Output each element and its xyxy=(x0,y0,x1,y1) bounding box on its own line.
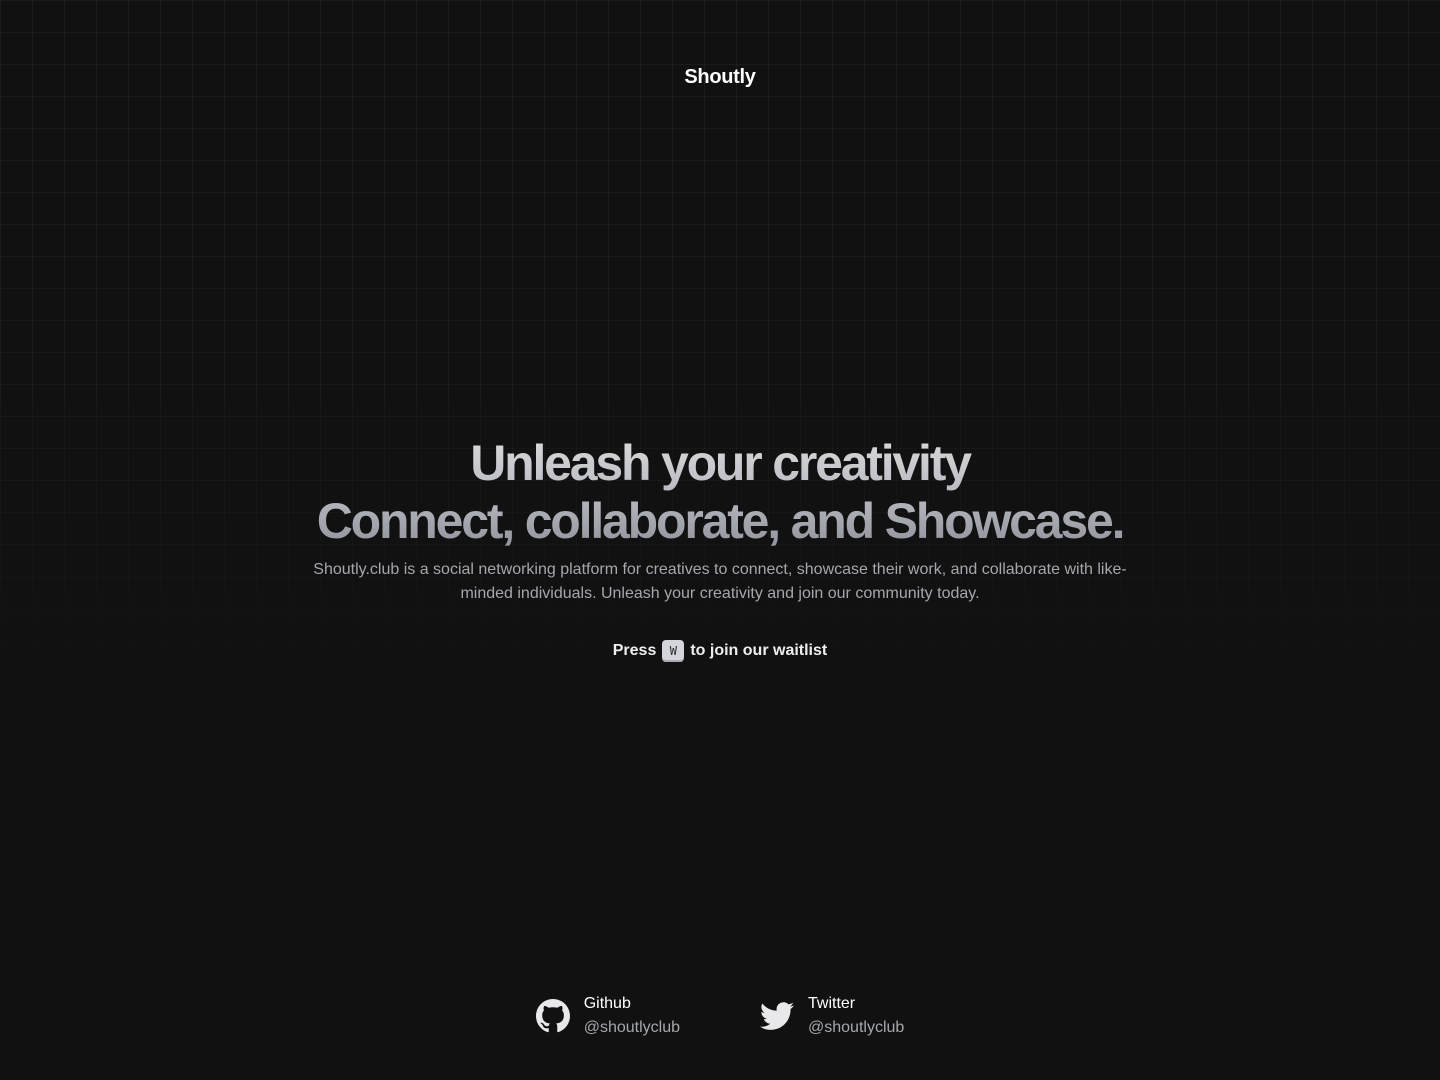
twitter-handle: @shoutlyclub xyxy=(808,1019,905,1036)
landing-page: Shoutly Unleash your creativity Connect,… xyxy=(0,0,1440,1080)
github-link[interactable]: Github @shoutlyclub xyxy=(535,992,680,1040)
twitter-link[interactable]: Twitter @shoutlyclub xyxy=(760,992,904,1040)
twitter-name: Twitter xyxy=(808,995,856,1012)
github-name: Github xyxy=(583,995,631,1012)
hero-headline: Unleash your creativity Connect, collabo… xyxy=(0,434,1440,550)
headline-line-1: Unleash your creativity xyxy=(470,435,970,491)
hero-description: Shoutly.club is a social networking plat… xyxy=(313,561,1127,602)
hero-section: Unleash your creativity Connect, collabo… xyxy=(0,434,1440,662)
cta-prefix: Press xyxy=(612,642,657,659)
brand-logo-text[interactable]: Shoutly xyxy=(0,66,1440,89)
headline-line-2: Connect, collaborate, and Showcase. xyxy=(316,493,1124,549)
cta-suffix: to join our waitlist xyxy=(690,642,828,659)
twitter-icon xyxy=(760,999,794,1033)
github-text: Github @shoutlyclub xyxy=(584,992,680,1040)
github-icon xyxy=(535,999,570,1033)
waitlist-key-button[interactable]: W xyxy=(662,640,685,662)
github-handle: @shoutlyclub xyxy=(583,1019,680,1036)
social-footer: Github @shoutlyclub Twitter @shoutlyclub xyxy=(0,992,1440,1040)
waitlist-cta: Press W to join our waitlist xyxy=(0,640,1440,662)
twitter-text: Twitter @shoutlyclub xyxy=(808,992,904,1040)
